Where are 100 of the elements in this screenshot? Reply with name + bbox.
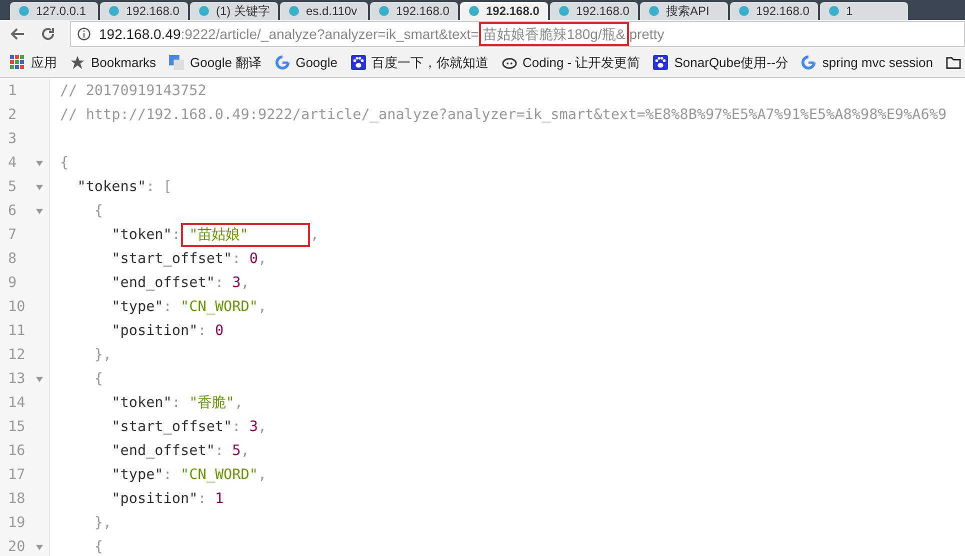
line-number: 6 [8, 202, 18, 221]
back-icon[interactable] [10, 26, 26, 42]
bookmark-link[interactable]: Google [296, 55, 338, 70]
bookmark-link[interactable]: 百度一下，你就知道 [372, 54, 488, 72]
code-text: : [232, 250, 242, 269]
code-text: // http://192.168.0.49:9222/article/_analyze?analyzer=ik_smart&text=%E8%8B%97%E5%A7%91%E5%A8%98%E9%A6%9 [60, 106, 947, 125]
page-icon [558, 5, 570, 17]
code-text: // 20170919143752 [60, 82, 206, 101]
line-number: 1 [8, 82, 18, 101]
browser-tab[interactable]: 搜索API [640, 2, 728, 20]
bookmark-link[interactable]: spring mvc session [822, 55, 933, 70]
browser-tab[interactable]: es.d.110v [280, 2, 368, 20]
code-text: "香脆" [189, 394, 234, 413]
line-number: 8 [8, 250, 18, 269]
code-text: 0 [214, 322, 224, 341]
code-text: "start_offset" [110, 418, 232, 437]
code-text: { [93, 370, 104, 389]
code-text: "tokens" [76, 178, 146, 197]
line-number: 10 [8, 298, 26, 317]
code-text: "end_offset" [110, 274, 215, 293]
code-text: }, [93, 514, 112, 533]
code-text: { [60, 154, 69, 173]
page-icon [378, 5, 390, 17]
code-text: { [93, 538, 104, 556]
bookmark-link[interactable]: Google 翻译 [190, 54, 262, 72]
page-icon [288, 5, 300, 17]
google-g-icon[interactable] [801, 55, 816, 70]
browser-tab[interactable]: 192.168.0 [460, 2, 548, 20]
line-number: 16 [8, 442, 26, 461]
google-g-icon[interactable] [274, 55, 290, 70]
paw-icon[interactable] [653, 55, 668, 70]
line-number: 5 [8, 178, 18, 197]
apps-grid-icon[interactable] [10, 55, 25, 70]
folder-icon[interactable] [946, 55, 961, 70]
line-number: 20 [8, 538, 26, 556]
code-text: , [310, 226, 319, 245]
page-icon [738, 5, 750, 17]
code-text: "type" [110, 466, 164, 485]
code-text: : [198, 490, 208, 509]
page-icon [18, 5, 30, 17]
code-text: "type" [110, 298, 164, 317]
fold-arrow-icon[interactable] [36, 376, 43, 382]
browser-tab[interactable]: 192.168.0 [370, 2, 458, 20]
page-icon [108, 5, 120, 17]
code-text: "start_offset" [110, 250, 232, 269]
code-text: : [163, 298, 173, 317]
page-icon [468, 5, 480, 17]
bookmark-link[interactable]: Coding - 让开发更简 [522, 54, 640, 72]
fold-arrow-icon[interactable] [36, 208, 43, 214]
code-text: 1 [214, 490, 224, 509]
code-text: 0 [249, 250, 258, 269]
code-text: "position" [110, 490, 198, 509]
code-text: : [172, 394, 182, 413]
url-text: 苗姑娘香脆辣180g/瓶& [478, 22, 630, 46]
line-number: 17 [8, 466, 26, 485]
info-icon [77, 27, 91, 41]
address-bar[interactable]: 192.168.0.49:9222/article/_analyze?analyzer=ik_smart&text= 苗姑娘香脆辣180g/瓶& pretty [70, 21, 965, 47]
url-text: 192.168.0.49 [99, 25, 181, 43]
star-icon[interactable] [70, 55, 85, 70]
page-icon [648, 5, 660, 17]
code-text: }, [93, 346, 112, 365]
fold-arrow-icon[interactable] [36, 544, 43, 550]
code-text: , [240, 442, 250, 461]
line-number: 3 [8, 130, 18, 149]
paw-icon[interactable] [350, 55, 366, 70]
line-number: 12 [8, 346, 26, 365]
code-text: , [234, 394, 243, 413]
code-text: : [163, 466, 173, 485]
page-icon [828, 5, 840, 17]
face-outline-icon[interactable] [502, 55, 516, 70]
url-text: pretty [629, 25, 664, 43]
code-text: "苗姑娘" [181, 223, 310, 247]
code-text: 3 [249, 418, 258, 437]
bookmark-link[interactable]: SonarQube使用--分 [674, 54, 788, 72]
code-text: "CN_WORD" [180, 466, 258, 485]
browser-tab[interactable]: 192.168.0 [100, 2, 188, 20]
bookmark-link[interactable]: Bookmarks [91, 55, 156, 70]
line-number: 19 [8, 514, 26, 533]
browser-tab[interactable]: 192.168.0 [730, 2, 818, 20]
fold-arrow-icon[interactable] [36, 160, 43, 166]
bookmark-link[interactable]: 应用 [31, 54, 57, 72]
line-number: 15 [8, 418, 26, 437]
browser-tab[interactable]: 127.0.0.1 [10, 2, 98, 20]
browser-tab[interactable]: 192.168.0 [550, 2, 638, 20]
code-text: : [ [146, 178, 172, 197]
line-number: 7 [8, 226, 18, 245]
code-text: , [258, 298, 267, 317]
code-text: : [198, 322, 208, 341]
code-text: "token" [110, 394, 172, 413]
code-text: , [258, 250, 267, 269]
browser-tab[interactable]: 1 [820, 2, 908, 20]
page-icon [198, 5, 210, 17]
fold-arrow-icon[interactable] [36, 184, 43, 190]
code-text: 3 [232, 274, 241, 293]
reload-icon[interactable] [40, 26, 56, 42]
browser-tab[interactable]: (1) 关键字 [190, 2, 278, 20]
code-text: , [258, 418, 267, 437]
line-number: 2 [8, 106, 18, 125]
code-text: 5 [232, 442, 241, 461]
line-number: 13 [8, 370, 26, 389]
